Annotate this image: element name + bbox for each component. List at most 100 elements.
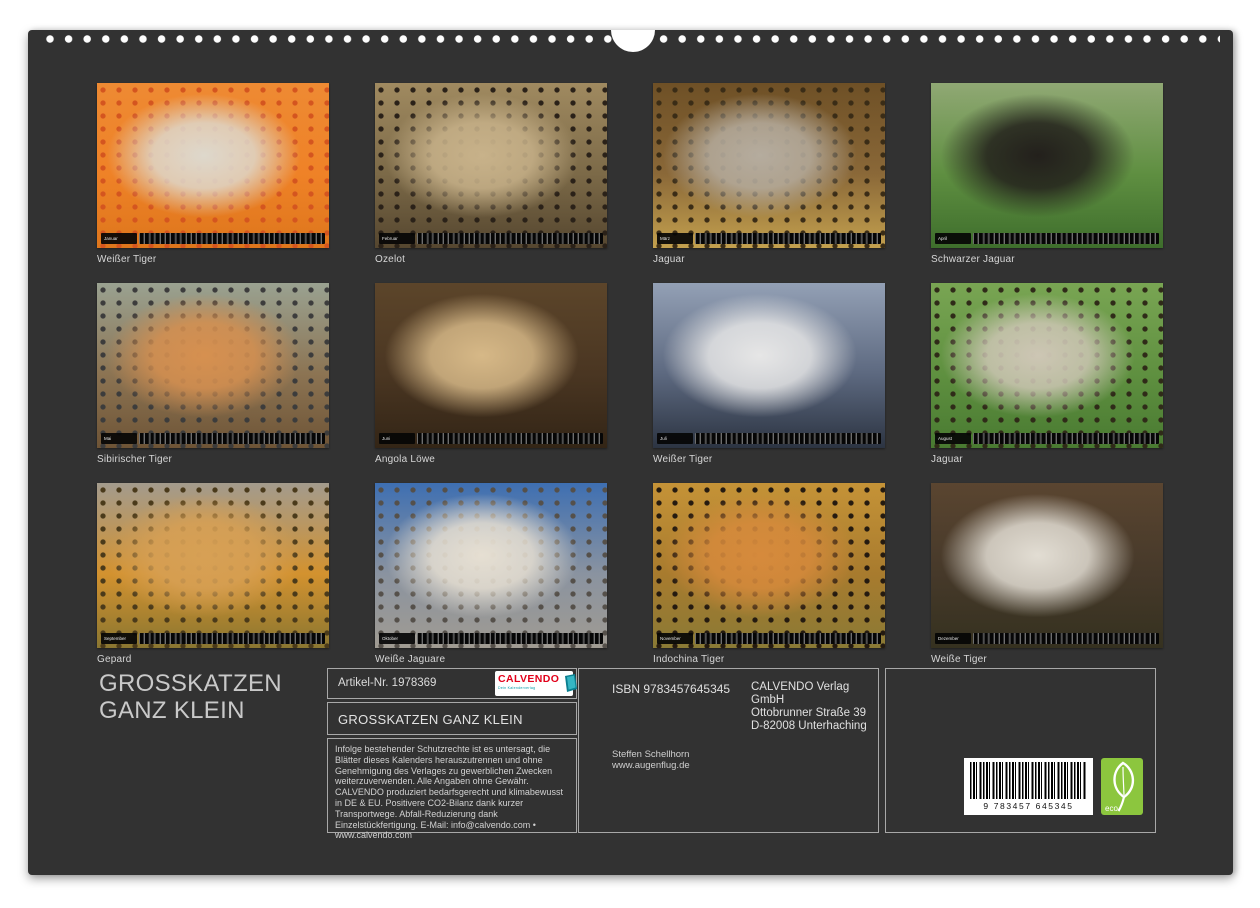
mini-day-cells xyxy=(973,633,1159,644)
thumb-caption: Angola Löwe xyxy=(375,454,607,465)
mini-date-strip: Februar xyxy=(379,233,603,244)
mini-date-strip: Juli xyxy=(657,433,881,444)
mini-date-strip: März xyxy=(657,233,881,244)
mini-day-cells xyxy=(695,433,881,444)
mini-day-cells xyxy=(417,233,603,244)
calendar-month-thumbnail: Dezember Weiße Tiger xyxy=(931,483,1163,672)
legal-notice: Infolge bestehender Schutzrechte ist es … xyxy=(335,744,571,841)
article-number: Artikel-Nr. 1978369 xyxy=(338,677,436,689)
author-credit: Steffen Schellhorn www.augenflug.de xyxy=(612,749,690,771)
mini-date-strip: Dezember xyxy=(935,633,1159,644)
mini-month-label: September xyxy=(101,633,137,644)
mini-day-cells xyxy=(973,233,1159,244)
publisher-city: D-82008 Unterhaching xyxy=(751,720,878,733)
barcode-box: 9 783457 645345 eco xyxy=(885,668,1156,833)
calendar-month-thumbnail: Juli Weißer Tiger xyxy=(653,283,885,472)
calendar-month-thumbnail: März Jaguar xyxy=(653,83,885,272)
calendar-title-box: GROSSKATZEN GANZ KLEIN xyxy=(327,702,577,735)
page-title: GROSSKATZEN GANZ KLEIN xyxy=(99,670,351,724)
month-photo: Mai xyxy=(97,283,329,448)
mini-month-label: Oktober xyxy=(379,633,415,644)
publisher-address: CALVENDO Verlag GmbH Ottobrunner Straße … xyxy=(751,681,878,733)
month-photo: September xyxy=(97,483,329,648)
calvendo-logo: CALVENDO Dein Kalenderverlag xyxy=(495,671,573,696)
mini-date-strip: August xyxy=(935,433,1159,444)
publisher-street: Ottobrunner Straße 39 xyxy=(751,707,878,720)
month-photo: Juli xyxy=(653,283,885,448)
mini-date-strip: Januar xyxy=(101,233,325,244)
calendar-back-cover: Januar Weißer Tiger Februar Ozelot März … xyxy=(28,30,1233,875)
author-website: www.augenflug.de xyxy=(612,760,690,771)
thumb-caption: Weißer Tiger xyxy=(97,254,329,265)
calendar-month-thumbnail: Mai Sibirischer Tiger xyxy=(97,283,329,472)
thumb-caption: Jaguar xyxy=(653,254,885,265)
mini-month-label: Juni xyxy=(379,433,415,444)
thumb-caption: Jaguar xyxy=(931,454,1163,465)
month-photo: August xyxy=(931,283,1163,448)
thumb-caption: Weißer Tiger xyxy=(653,454,885,465)
month-photo: Juni xyxy=(375,283,607,448)
month-photo: April xyxy=(931,83,1163,248)
calendar-title: GROSSKATZEN GANZ KLEIN xyxy=(338,712,523,727)
calendar-page-icon xyxy=(562,674,579,693)
mini-day-cells xyxy=(973,433,1159,444)
calendar-month-thumbnail: Oktober Weiße Jaguare xyxy=(375,483,607,672)
calvendo-logo-tagline: Dein Kalenderverlag xyxy=(498,684,559,693)
calendar-month-thumbnail: Januar Weißer Tiger xyxy=(97,83,329,272)
calendar-month-thumbnail: August Jaguar xyxy=(931,283,1163,472)
mini-date-strip: November xyxy=(657,633,881,644)
mini-day-cells xyxy=(417,633,603,644)
thumb-caption: Ozelot xyxy=(375,254,607,265)
thumb-caption: Weiße Jaguare xyxy=(375,654,607,665)
mini-month-label: Februar xyxy=(379,233,415,244)
mini-date-strip: April xyxy=(935,233,1159,244)
legal-notice-box: Infolge bestehender Schutzrechte ist es … xyxy=(327,738,577,833)
mini-day-cells xyxy=(139,433,325,444)
month-photo: November xyxy=(653,483,885,648)
month-thumbnail-grid: Januar Weißer Tiger Februar Ozelot März … xyxy=(97,83,1163,672)
ean-barcode: 9 783457 645345 xyxy=(964,758,1093,815)
thumb-caption: Sibirischer Tiger xyxy=(97,454,329,465)
article-number-box: Artikel-Nr. 1978369 CALVENDO Dein Kalend… xyxy=(327,668,577,699)
mini-month-label: März xyxy=(657,233,693,244)
barcode-digits: 9 783457 645345 xyxy=(970,801,1087,811)
calvendo-logo-text: CALVENDO Dein Kalenderverlag xyxy=(498,675,559,693)
calendar-month-thumbnail: April Schwarzer Jaguar xyxy=(931,83,1163,272)
mini-day-cells xyxy=(139,633,325,644)
month-photo: Februar xyxy=(375,83,607,248)
mini-month-label: Januar xyxy=(101,233,137,244)
mini-day-cells xyxy=(695,233,881,244)
isbn: ISBN 9783457645345 xyxy=(612,682,730,696)
mini-month-label: August xyxy=(935,433,971,444)
calendar-month-thumbnail: Juni Angola Löwe xyxy=(375,283,607,472)
mini-day-cells xyxy=(417,433,603,444)
mini-month-label: November xyxy=(657,633,693,644)
mini-date-strip: Oktober xyxy=(379,633,603,644)
month-photo: März xyxy=(653,83,885,248)
mini-month-label: Juli xyxy=(657,433,693,444)
mini-month-label: April xyxy=(935,233,971,244)
mini-day-cells xyxy=(139,233,325,244)
eco-badge: eco xyxy=(1101,758,1143,815)
calendar-month-thumbnail: November Indochina Tiger xyxy=(653,483,885,672)
mini-month-label: Dezember xyxy=(935,633,971,644)
publisher-name: CALVENDO Verlag GmbH xyxy=(751,681,878,707)
month-photo: Dezember xyxy=(931,483,1163,648)
month-photo: Januar xyxy=(97,83,329,248)
mini-date-strip: Juni xyxy=(379,433,603,444)
eco-label: eco xyxy=(1105,804,1118,813)
mini-date-strip: September xyxy=(101,633,325,644)
thumb-caption: Indochina Tiger xyxy=(653,654,885,665)
thumb-caption: Schwarzer Jaguar xyxy=(931,254,1163,265)
mini-month-label: Mai xyxy=(101,433,137,444)
mini-day-cells xyxy=(695,633,881,644)
month-photo: Oktober xyxy=(375,483,607,648)
author-name: Steffen Schellhorn xyxy=(612,749,690,760)
calendar-month-thumbnail: September Gepard xyxy=(97,483,329,672)
mini-date-strip: Mai xyxy=(101,433,325,444)
calendar-month-thumbnail: Februar Ozelot xyxy=(375,83,607,272)
barcode-bars xyxy=(970,762,1087,799)
thumb-caption: Gepard xyxy=(97,654,329,665)
thumb-caption: Weiße Tiger xyxy=(931,654,1163,665)
hanger-hole-notch xyxy=(611,30,655,52)
